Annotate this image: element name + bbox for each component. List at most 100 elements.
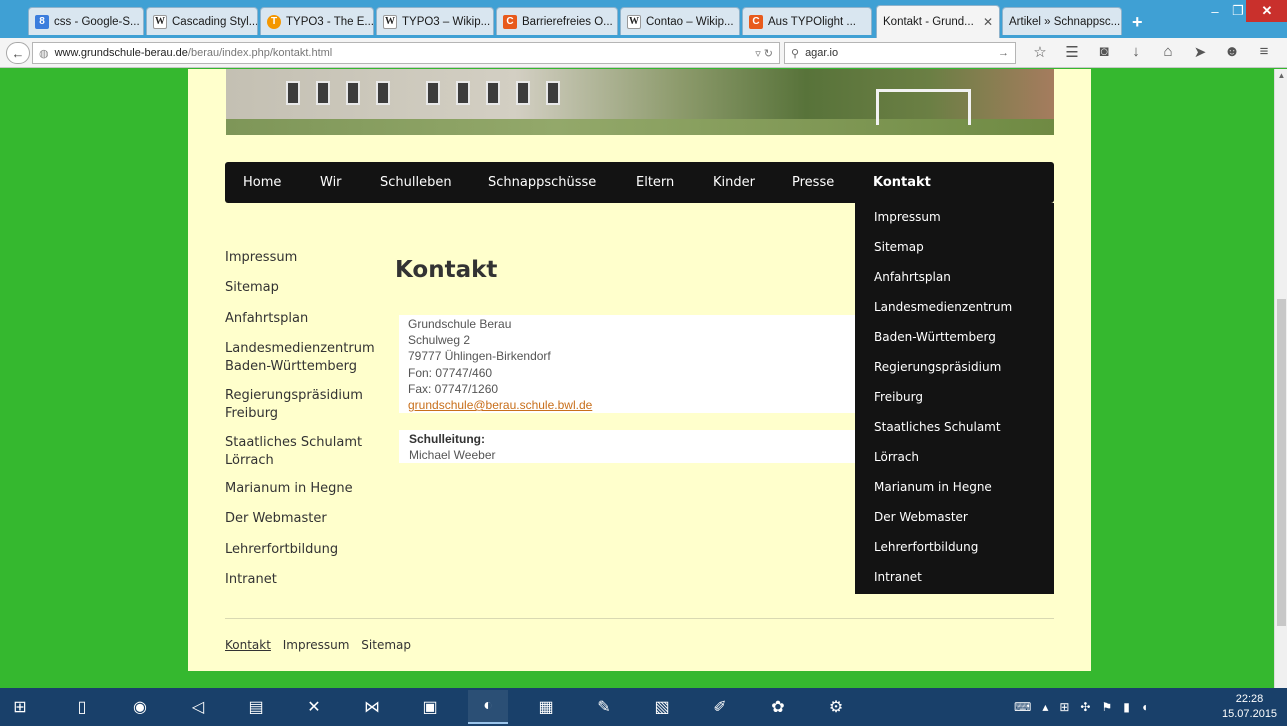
address-bar[interactable]: ◍ www.grundschule-berau.de/berau/index.p…	[32, 42, 780, 64]
menu-item-kinder[interactable]: Kinder	[713, 162, 755, 203]
tab-label: Artikel » Schnappsc...	[1009, 15, 1121, 28]
close-window-icon[interactable]: ✕	[1246, 0, 1287, 22]
browser-tab-7[interactable]: C Aus TYPOlight ...	[742, 7, 872, 35]
edit-icon[interactable]: ✎	[584, 690, 624, 724]
menu-item-wir[interactable]: Wir	[320, 162, 342, 203]
dropdown-item[interactable]: Intranet	[874, 570, 922, 584]
banner-window	[316, 81, 330, 105]
contao-icon: C	[503, 14, 517, 29]
notepad-icon[interactable]: ✐	[700, 690, 740, 724]
back-button[interactable]: ←	[6, 42, 30, 64]
sidenav-item[interactable]: Staatliches Schulamt Lörrach	[225, 434, 385, 470]
browser-tab-6[interactable]: W Contao – Wikip...	[620, 7, 740, 35]
browser-tab-4[interactable]: W TYPO3 – Wikip...	[376, 7, 494, 35]
sidenav-item[interactable]: Impressum	[225, 249, 385, 267]
firefox-icon[interactable]: ◐	[468, 690, 508, 724]
dropdown-item[interactable]: Impressum	[874, 210, 941, 224]
contao-icon: C	[749, 14, 763, 29]
send-icon[interactable]: ➤	[1184, 43, 1216, 61]
windows-start-icon[interactable]: ⊞	[0, 690, 40, 724]
flag-icon[interactable]: ⚑	[1101, 700, 1112, 714]
browser-tab-active[interactable]: Kontakt - Grund... ✕	[876, 5, 1000, 38]
pocket-icon[interactable]: ◙	[1088, 43, 1120, 61]
dropdown-item[interactable]: Anfahrtsplan	[874, 270, 951, 284]
typo3-icon: T	[267, 14, 281, 29]
sidenav-item[interactable]: Marianum in Hegne	[225, 480, 385, 498]
settings-gear-icon[interactable]: ⚙	[816, 690, 856, 724]
file-icon[interactable]: ▯	[62, 690, 102, 724]
menu-item-home[interactable]: Home	[243, 162, 281, 203]
browser-tab-2[interactable]: W Cascading Styl...	[146, 7, 258, 35]
menu-item-schnappschuesse[interactable]: Schnappschüsse	[488, 162, 596, 203]
dropdown-item[interactable]: Regierungspräsidium	[874, 360, 1001, 374]
dropdown-item[interactable]: Landesmedienzentrum	[874, 300, 1012, 314]
document-icon[interactable]: ▦	[526, 690, 566, 724]
paint-icon[interactable]: ✿	[758, 690, 798, 724]
minimize-icon[interactable]: –	[1202, 0, 1228, 22]
sidenav-item[interactable]: Intranet	[225, 571, 385, 589]
dropdown-item[interactable]: Lörrach	[874, 450, 919, 464]
browser-tab-3[interactable]: T TYPO3 - The E...	[260, 7, 374, 35]
keyboard-icon[interactable]: ⌨	[1014, 700, 1031, 714]
scrollbar-thumb[interactable]	[1277, 299, 1286, 626]
leitung-label: Schulleitung:	[409, 432, 485, 446]
download-icon[interactable]: ↓	[1120, 43, 1152, 61]
file-explorer-icon[interactable]: ▤	[236, 690, 276, 724]
new-tab-button[interactable]: +	[1132, 12, 1143, 33]
banner-window	[346, 81, 360, 105]
tray-expand-icon[interactable]: ▴	[1042, 700, 1048, 714]
chat-icon[interactable]: ☻	[1216, 43, 1248, 61]
url-path: /berau/index.php/kontakt.html	[187, 47, 333, 59]
address-line: 79777 Ühlingen-Birkendorf	[408, 349, 551, 363]
close-tab-icon[interactable]: ✕	[977, 15, 993, 29]
scroll-up-icon[interactable]: ▲	[1275, 71, 1287, 80]
taskbar-clock[interactable]: 22:28 15.07.2015	[1222, 692, 1277, 722]
sidenav-item[interactable]: Der Webmaster	[225, 510, 385, 528]
sidenav-item[interactable]: Lehrerfortbildung	[225, 541, 385, 559]
windows-tray-icon[interactable]: ⊞	[1059, 700, 1069, 714]
volume-icon[interactable]: ◖	[1141, 700, 1148, 714]
vs-community-icon[interactable]: ⋈	[352, 690, 392, 724]
globe-icon: ◍	[39, 47, 49, 60]
toolbar-icons: ☆ ☰ ◙ ↓ ⌂ ➤ ☻ ≡	[1024, 43, 1280, 61]
dropdown-item[interactable]: Lehrerfortbildung	[874, 540, 978, 554]
reading-list-icon[interactable]: ☰	[1056, 43, 1088, 61]
footer-link-sitemap[interactable]: Sitemap	[361, 638, 411, 652]
dropdown-item[interactable]: Sitemap	[874, 240, 924, 254]
sidenav-item[interactable]: Sitemap	[225, 279, 385, 297]
page-scrollbar[interactable]: ▲	[1274, 69, 1287, 688]
menu-item-presse[interactable]: Presse	[792, 162, 834, 203]
menu-item-eltern[interactable]: Eltern	[636, 162, 674, 203]
dropdown-item[interactable]: Staatliches Schulamt	[874, 420, 1001, 434]
dropdown-item[interactable]: Baden-Württemberg	[874, 330, 996, 344]
browser-tab-1[interactable]: 8 css - Google-S...	[28, 7, 144, 35]
banner-window	[376, 81, 390, 105]
bookmark-star-icon[interactable]: ☆	[1024, 43, 1056, 61]
menu-item-schulleben[interactable]: Schulleben	[380, 162, 452, 203]
blender-icon[interactable]: ◉	[120, 690, 160, 724]
footer-link-impressum[interactable]: Impressum	[283, 638, 350, 652]
image-viewer-icon[interactable]: ▧	[642, 690, 682, 724]
menu-item-kontakt[interactable]: Kontakt	[873, 162, 931, 203]
dropdown-item[interactable]: Marianum in Hegne	[874, 480, 992, 494]
sidenav-item[interactable]: Regierungspräsidium Freiburg	[225, 387, 385, 423]
search-bar[interactable]: ⚲ agar.io →	[784, 42, 1016, 64]
home-icon[interactable]: ⌂	[1152, 43, 1184, 61]
terminal-icon[interactable]: ▣	[410, 690, 450, 724]
browser-tab-9[interactable]: Artikel » Schnappsc...	[1002, 7, 1122, 35]
menu-icon[interactable]: ≡	[1248, 43, 1280, 61]
footer-link-kontakt[interactable]: Kontakt	[225, 638, 271, 652]
reload-icon[interactable]: ▿ ↻	[755, 47, 773, 60]
sidenav-item[interactable]: Landesmedienzentrum Baden-Württemberg	[225, 340, 385, 376]
search-go-icon[interactable]: →	[998, 47, 1009, 59]
wifi-icon[interactable]: ▮	[1123, 700, 1130, 714]
visual-studio-icon[interactable]: ◁	[178, 690, 218, 724]
sidenav-item[interactable]: Anfahrtsplan	[225, 310, 385, 328]
browser-tab-5[interactable]: C Barrierefreies O...	[496, 7, 618, 35]
dropdown-item[interactable]: Der Webmaster	[874, 510, 968, 524]
dropdown-item[interactable]: Freiburg	[874, 390, 923, 404]
email-link[interactable]: grundschule@berau.schule.bwl.de	[408, 398, 592, 412]
xampp-icon[interactable]: ✕	[294, 690, 334, 724]
network-icon[interactable]: ✣	[1080, 700, 1090, 714]
banner-window	[486, 81, 500, 105]
